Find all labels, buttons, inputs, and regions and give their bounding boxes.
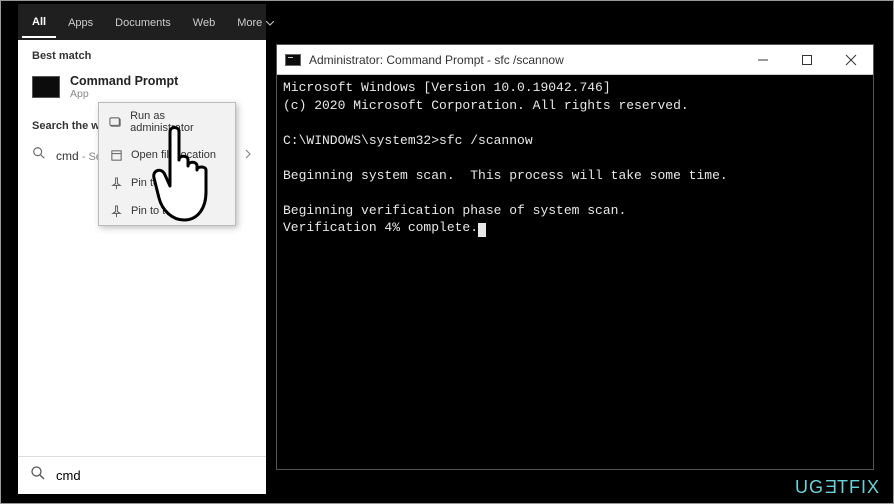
term-line: C:\WINDOWS\system32>sfc /scannow	[283, 133, 533, 148]
maximize-button[interactable]	[785, 45, 829, 75]
admin-shield-icon	[109, 115, 122, 129]
ctx-open-file-location[interactable]: Open file location	[99, 141, 235, 169]
tab-more[interactable]: More	[227, 7, 284, 37]
term-line: (c) 2020 Microsoft Corporation. All righ…	[283, 98, 689, 113]
ctx-pin-to-taskbar[interactable]: Pin to taskbar	[99, 197, 235, 225]
term-line: Microsoft Windows [Version 10.0.19042.74…	[283, 80, 611, 95]
tab-web[interactable]: Web	[183, 7, 225, 37]
best-match-title: Command Prompt	[70, 74, 178, 88]
chevron-down-icon	[266, 17, 274, 29]
ctx-run-as-admin[interactable]: Run as administrator	[99, 103, 235, 141]
best-match-text: Command Prompt App	[70, 74, 178, 100]
watermark: UGETFIX	[795, 477, 880, 498]
ctx-label: Open file location	[131, 149, 216, 161]
tab-apps[interactable]: Apps	[58, 7, 103, 37]
term-line: Beginning verification phase of system s…	[283, 203, 626, 218]
minimize-button[interactable]	[741, 45, 785, 75]
search-tabs: All Apps Documents Web More	[18, 4, 266, 40]
command-prompt-icon	[32, 76, 60, 98]
ctx-label: Run as administrator	[130, 110, 225, 134]
text-cursor	[478, 223, 486, 237]
terminal-output[interactable]: Microsoft Windows [Version 10.0.19042.74…	[277, 75, 873, 469]
search-box	[18, 456, 266, 494]
search-icon	[30, 465, 46, 486]
ctx-pin-to-start[interactable]: Pin to Start	[99, 169, 235, 197]
term-line: Beginning system scan. This process will…	[283, 168, 728, 183]
chevron-right-icon	[245, 149, 252, 162]
tab-more-label: More	[237, 17, 262, 29]
command-prompt-window: Administrator: Command Prompt - sfc /sca…	[276, 44, 874, 470]
cmd-window-icon	[285, 54, 301, 66]
context-menu: Run as administrator Open file location …	[98, 102, 236, 226]
pin-start-icon	[109, 176, 123, 190]
ctx-label: Pin to taskbar	[131, 205, 198, 217]
close-button[interactable]	[829, 45, 873, 75]
folder-icon	[109, 148, 123, 162]
window-title: Administrator: Command Prompt - sfc /sca…	[309, 53, 741, 67]
web-term: cmd	[56, 149, 79, 163]
windows-search-panel: All Apps Documents Web More Best match C…	[18, 4, 266, 494]
pin-taskbar-icon	[109, 204, 123, 218]
search-icon	[32, 146, 46, 165]
search-input[interactable]	[56, 468, 254, 483]
term-line: Verification 4% complete.	[283, 220, 478, 235]
ctx-label: Pin to Start	[131, 177, 185, 189]
title-bar[interactable]: Administrator: Command Prompt - sfc /sca…	[277, 45, 873, 75]
tab-all[interactable]: All	[22, 6, 56, 38]
best-match-subtitle: App	[70, 88, 178, 100]
best-match-header: Best match	[18, 40, 266, 68]
tab-documents[interactable]: Documents	[105, 7, 181, 37]
